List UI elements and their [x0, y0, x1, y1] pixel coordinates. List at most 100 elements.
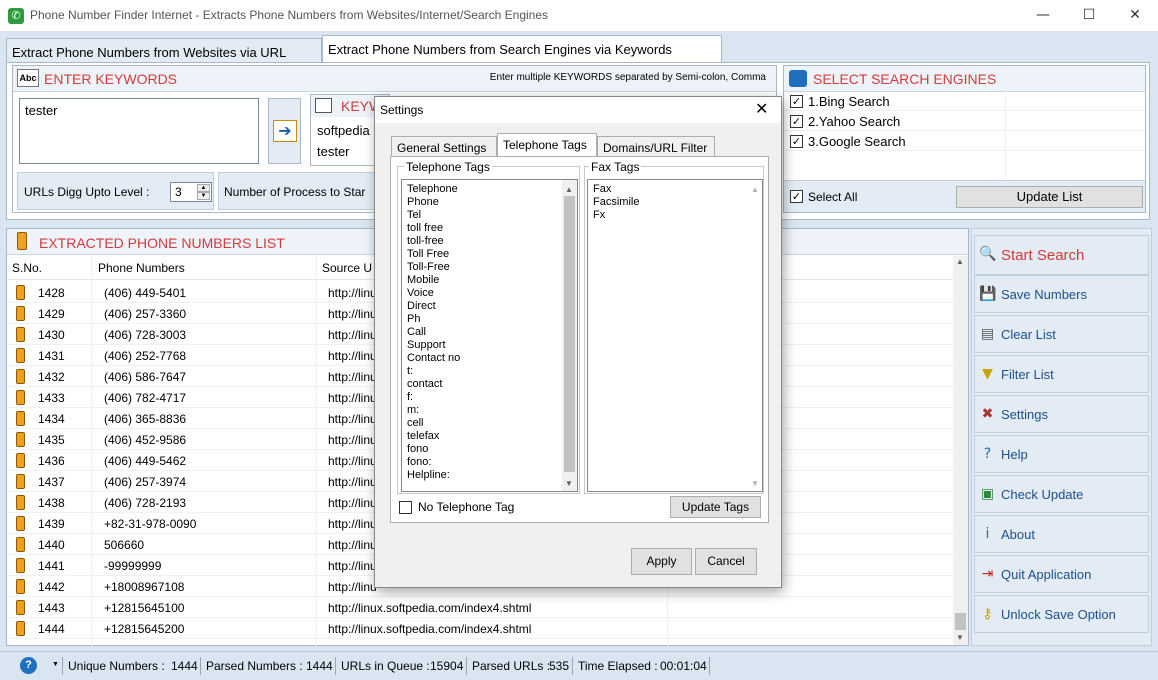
telephone-tag-item[interactable]: Toll Free — [407, 248, 557, 261]
dialog-tab-content: Telephone Tags Telephone Phone Tel toll fre… — [390, 156, 769, 523]
telephone-tag-item[interactable]: Phone — [407, 196, 557, 209]
list-scrollbar[interactable]: ▲ ▼ — [953, 256, 968, 645]
update-tags-button[interactable]: Update Tags — [670, 496, 761, 518]
urls-digg-stepper[interactable]: 3 ▲ ▼ — [170, 182, 212, 202]
apply-button[interactable]: Apply — [631, 548, 692, 575]
sidebar-settings-button[interactable]: ✖ Settings — [974, 395, 1149, 433]
telephone-tag-item[interactable]: m: — [407, 404, 557, 417]
scroll-up-icon[interactable]: ▲ — [565, 183, 573, 196]
telephone-tag-item[interactable]: toll-free — [407, 235, 557, 248]
fax-tag-item[interactable]: Facsimile — [593, 196, 743, 209]
sidebar-quit-application-button[interactable]: ⇥ Quit Application — [974, 555, 1149, 593]
column-header-phone[interactable]: Phone Numbers — [98, 261, 185, 275]
row-sno: 1441 — [38, 559, 65, 573]
update-icon: ▣ — [980, 486, 995, 502]
key-icon: ⚷ — [982, 606, 993, 622]
add-keyword-button[interactable]: ➔ — [268, 98, 301, 164]
sidebar-clear-list-button[interactable]: ▤ Clear List — [974, 315, 1149, 353]
scroll-down-icon[interactable]: ▼ — [956, 633, 964, 642]
keyword-input[interactable]: tester — [19, 98, 259, 164]
telephone-tag-item[interactable]: Call — [407, 326, 557, 339]
telephone-tags-group: Telephone Tags Telephone Phone Tel toll fre… — [397, 160, 580, 494]
scroll-down-icon[interactable]: ▼ — [751, 477, 759, 490]
select-all-checkbox[interactable]: ✓ — [790, 190, 803, 203]
sidebar-unlock-save-option-button[interactable]: ⚷ Unlock Save Option — [974, 595, 1149, 633]
minimize-button[interactable]: — — [1020, 0, 1066, 31]
dropdown-arrow-icon[interactable]: ▼ — [52, 661, 59, 668]
row-source: http://linu — [328, 412, 377, 426]
telephone-tag-item[interactable]: Tel — [407, 209, 557, 222]
sidebar-filter-list-button[interactable]: ▼ Filter List — [974, 355, 1149, 393]
telephone-tag-item[interactable]: toll free — [407, 222, 557, 235]
close-button[interactable]: ✕ — [1112, 0, 1158, 31]
scroll-up-icon[interactable]: ▲ — [751, 183, 759, 196]
telephone-tags-list[interactable]: Telephone Phone Tel toll free toll-free Toll … — [401, 179, 578, 492]
tab-search-engines-via-keywords[interactable]: Extract Phone Numbers from Search Engine… — [322, 35, 722, 63]
telephone-tag-item[interactable]: Support — [407, 339, 557, 352]
sidebar-check-update-button[interactable]: ▣ Check Update — [974, 475, 1149, 513]
telephone-tag-item[interactable]: Mobile — [407, 274, 557, 287]
telephone-tag-item[interactable]: contact — [407, 378, 557, 391]
table-row[interactable]: 1444 +12815645200 http://linux.softpedia.c… — [7, 618, 953, 639]
engine-item-bing[interactable]: ✓ 1.Bing Search — [784, 91, 1145, 111]
added-keyword-item[interactable]: tester — [317, 144, 350, 159]
row-phone: (406) 365-8836 — [104, 412, 187, 426]
spin-up-icon[interactable]: ▲ — [197, 184, 210, 192]
tab-general-settings[interactable]: General Settings — [391, 136, 497, 157]
scroll-thumb[interactable] — [955, 613, 966, 630]
sidebar-start-search-button[interactable]: 🔍 Start Search — [974, 235, 1149, 275]
added-keyword-item[interactable]: softpedia — [317, 123, 370, 138]
about-icon: i — [985, 526, 990, 542]
phone-icon — [16, 390, 25, 405]
telephone-tag-item[interactable]: fono: — [407, 456, 557, 469]
cancel-button[interactable]: Cancel — [695, 548, 757, 575]
telephone-tag-item[interactable]: Direct — [407, 300, 557, 313]
telephone-tag-item[interactable]: Telephone — [407, 183, 557, 196]
scroll-down-icon[interactable]: ▼ — [565, 477, 573, 490]
telephone-tag-item[interactable]: Toll-Free — [407, 261, 557, 274]
tab-telephone-tags[interactable]: Telephone Tags — [497, 133, 597, 157]
row-sno: 1430 — [38, 328, 65, 342]
fax-tag-item[interactable]: Fx — [593, 209, 743, 222]
no-telephone-tag-checkbox[interactable] — [399, 501, 412, 514]
sidebar-about-button[interactable]: i About — [974, 515, 1149, 553]
telephone-tag-item[interactable]: Ph — [407, 313, 557, 326]
engine-item-yahoo[interactable]: ✓ 2.Yahoo Search — [784, 111, 1145, 131]
scroll-thumb[interactable] — [564, 196, 575, 472]
fax-tags-scrollbar[interactable]: ▲ ▼ — [748, 180, 762, 491]
row-sno: 1438 — [38, 496, 65, 510]
table-row[interactable]: 1443 +12815645100 http://linux.softpedia.c… — [7, 597, 953, 618]
fax-tags-list[interactable]: Fax Facsimile Fx ▲ ▼ — [587, 179, 763, 492]
checkbox-icon[interactable]: ✓ — [790, 95, 803, 108]
telephone-tag-item[interactable]: Contact no — [407, 352, 557, 365]
telephone-tag-item[interactable]: fono — [407, 443, 557, 456]
telephone-tags-scrollbar[interactable]: ▲ ▼ — [562, 180, 577, 491]
row-phone: +12815645100 — [104, 601, 185, 615]
row-source: http://linu — [328, 349, 377, 363]
tab-domains-url-filter[interactable]: Domains/URL Filter — [597, 136, 715, 157]
spin-down-icon[interactable]: ▼ — [197, 192, 210, 200]
scroll-up-icon[interactable]: ▲ — [956, 257, 964, 266]
tab-websites-via-url[interactable]: Extract Phone Numbers from Websites via … — [6, 38, 322, 63]
column-header-source[interactable]: Source U — [322, 261, 372, 275]
dialog-close-icon[interactable]: ✕ — [755, 99, 768, 118]
sidebar-help-button[interactable]: ? Help — [974, 435, 1149, 473]
fax-tag-item[interactable]: Fax — [593, 183, 743, 196]
row-phone: +12815645200 — [104, 622, 185, 636]
telephone-tag-item[interactable]: Voice — [407, 287, 557, 300]
telephone-tag-item[interactable]: Helpline: — [407, 469, 557, 482]
telephone-tag-item[interactable]: cell — [407, 417, 557, 430]
telephone-tag-item[interactable]: f: — [407, 391, 557, 404]
column-header-sno[interactable]: S.No. — [12, 261, 42, 275]
arrow-right-icon: ➔ — [273, 120, 297, 142]
telephone-tag-item[interactable]: t: — [407, 365, 557, 378]
help-icon[interactable]: ? — [20, 657, 37, 674]
checkbox-icon[interactable]: ✓ — [790, 115, 803, 128]
maximize-button[interactable]: ☐ — [1066, 0, 1112, 31]
search-engines-header: SELECT SEARCH ENGINES — [784, 66, 1145, 92]
engine-item-google[interactable]: ✓ 3.Google Search — [784, 131, 1145, 151]
checkbox-icon[interactable]: ✓ — [790, 135, 803, 148]
sidebar-save-numbers-button[interactable]: 💾 Save Numbers — [974, 275, 1149, 313]
telephone-tag-item[interactable]: telefax — [407, 430, 557, 443]
update-list-button[interactable]: Update List — [956, 186, 1143, 208]
